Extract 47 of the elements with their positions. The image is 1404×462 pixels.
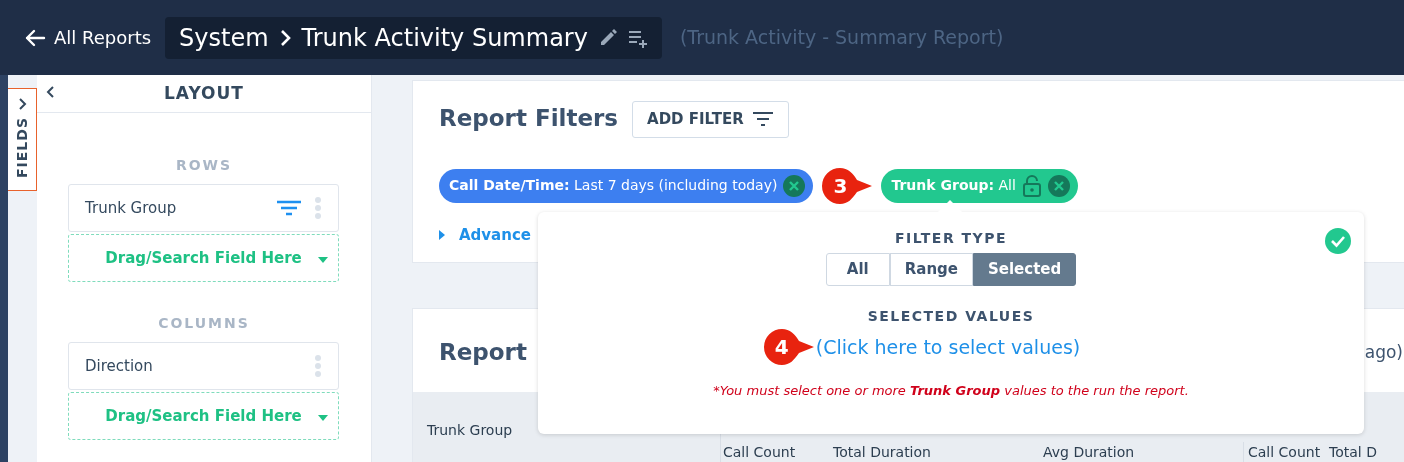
back-arrow-icon bbox=[24, 27, 46, 48]
collapse-chevron-icon[interactable] bbox=[45, 85, 55, 99]
more-dots-icon[interactable] bbox=[314, 355, 322, 377]
field-label: Trunk Group bbox=[85, 197, 178, 219]
field-pill[interactable]: Direction bbox=[68, 342, 339, 390]
expand-caret-icon bbox=[439, 230, 445, 240]
fields-tab[interactable]: FIELDS bbox=[8, 88, 37, 191]
column-header: Call Count bbox=[1248, 443, 1321, 460]
column-header: Total D bbox=[1329, 443, 1377, 460]
report-info-text: ago) bbox=[1364, 340, 1403, 364]
confirm-check-icon[interactable] bbox=[1325, 228, 1351, 254]
filter-type-option[interactable]: Range bbox=[889, 253, 973, 286]
report-title: Trunk Activity Summary bbox=[301, 22, 588, 54]
report-subtitle: (Trunk Activity - Summary Report) bbox=[679, 25, 1004, 51]
panel-title: LAYOUT bbox=[164, 83, 244, 104]
lock-icon[interactable] bbox=[1021, 174, 1042, 197]
filter-icon[interactable] bbox=[276, 200, 302, 216]
section-label: SELECTED VALUES bbox=[867, 307, 1035, 326]
filter-type-option[interactable]: Selected bbox=[973, 253, 1077, 286]
chip-text: Trunk Group: All bbox=[891, 176, 1016, 195]
section-heading: Report Filters bbox=[439, 105, 619, 134]
step-callout: 4 bbox=[761, 327, 816, 367]
remove-icon[interactable] bbox=[1047, 174, 1070, 197]
dropdown-caret-icon bbox=[318, 257, 328, 263]
field-pill[interactable]: Trunk Group bbox=[68, 184, 339, 232]
column-header: Call Count bbox=[723, 443, 796, 460]
chevron-right-icon bbox=[278, 28, 292, 47]
warning-text: *You must select one or more Trunk Group values to the run the report. bbox=[712, 382, 1190, 400]
section-title: COLUMNS bbox=[157, 314, 251, 333]
section-label: FILTER TYPE bbox=[894, 229, 1008, 248]
column-header: Trunk Group bbox=[427, 421, 513, 438]
filter-icon bbox=[751, 111, 774, 128]
column-header: Avg Duration bbox=[1043, 443, 1135, 460]
chip-text: Call Date/Time: Last 7 days (including today) bbox=[449, 176, 778, 195]
back-link[interactable]: All Reports bbox=[24, 24, 152, 51]
section-title: ROWS bbox=[174, 156, 234, 175]
breadcrumb-item[interactable]: System bbox=[179, 19, 269, 56]
section-heading: Report bbox=[439, 338, 527, 367]
chevron-right-icon bbox=[17, 97, 27, 111]
add-filter-button[interactable]: ADD FILTER bbox=[632, 101, 789, 138]
remove-icon[interactable] bbox=[783, 174, 806, 197]
column-header: Total Duration bbox=[833, 443, 931, 460]
dropdown-caret-icon bbox=[318, 415, 328, 421]
field-label: Direction bbox=[85, 355, 154, 377]
more-dots-icon[interactable] bbox=[314, 197, 322, 219]
filter-type-option[interactable]: All bbox=[825, 253, 890, 286]
filter-chip[interactable]: Call Date/Time: Last 7 days (including today) bbox=[439, 168, 814, 203]
